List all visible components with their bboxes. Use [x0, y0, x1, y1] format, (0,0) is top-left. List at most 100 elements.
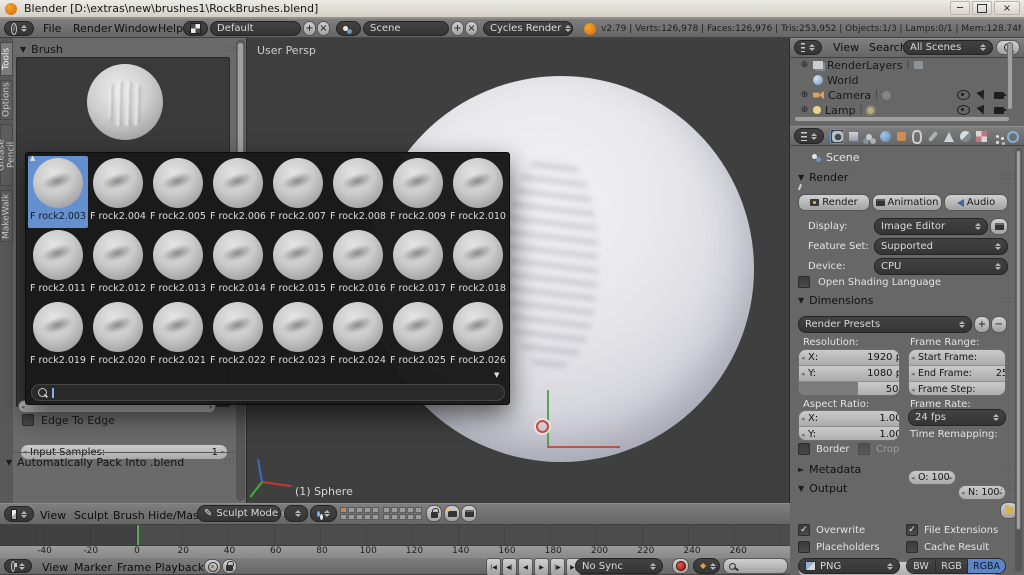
timeline-menu-view[interactable]: View	[42, 561, 68, 574]
properties-editor-selector[interactable]	[794, 128, 824, 144]
visibility-eye-icon[interactable]	[957, 90, 970, 100]
aspect-y-field[interactable]: Y:1.000	[799, 426, 899, 440]
brush-search-field[interactable]	[31, 384, 505, 401]
viewport-editor-selector[interactable]	[4, 506, 34, 522]
display-lock-button[interactable]	[990, 218, 1008, 235]
dimensions-panel-header[interactable]: ▼ Dimensions	[798, 294, 873, 307]
layer-cell[interactable]	[340, 514, 347, 520]
scroll-down-icon[interactable]: ▼	[494, 371, 499, 379]
brush-item[interactable]: F rock2.025	[388, 300, 448, 372]
layer-cell[interactable]	[399, 514, 406, 520]
layer-cell[interactable]	[415, 507, 422, 513]
brush-panel-header[interactable]: ▼ Brush	[20, 43, 63, 56]
outliner-h-scrollbar[interactable]	[794, 116, 1010, 122]
play-reverse-button[interactable]: ◀	[518, 558, 533, 575]
selectability-cursor-icon[interactable]	[976, 89, 988, 101]
color-mode-rgba[interactable]: RGBA	[967, 559, 1005, 573]
tab-object-data[interactable]	[942, 129, 956, 144]
device-dropdown[interactable]: CPU	[874, 258, 1008, 275]
brush-item[interactable]: F rock2.006	[208, 156, 268, 228]
mode-dropdown[interactable]: ✎ Sculpt Mode	[197, 505, 289, 522]
close-button[interactable]: ×	[994, 1, 1020, 15]
brush-item[interactable]: F rock2.013	[148, 228, 208, 300]
render-border-button[interactable]	[444, 505, 460, 522]
menu-help[interactable]: Help	[158, 22, 183, 35]
file-extensions-checkbox[interactable]	[906, 524, 918, 536]
layer-cell[interactable]	[340, 507, 347, 513]
visibility-eye-icon[interactable]	[957, 105, 970, 115]
tab-texture[interactable]	[974, 129, 988, 144]
panel-drag-dots[interactable]: ::::	[1000, 483, 1016, 493]
feature-set-dropdown[interactable]: Supported	[874, 238, 1008, 255]
frame-step-field[interactable]: Frame Step:1	[909, 381, 1005, 395]
layer-cell[interactable]	[348, 507, 355, 513]
play-button[interactable]: ▶	[534, 558, 549, 575]
screen-layout-icon-button[interactable]	[183, 21, 208, 36]
menu-render[interactable]: Render	[73, 22, 112, 35]
render-presets-dropdown[interactable]: Render Presets	[798, 316, 972, 333]
color-mode-rgb[interactable]: RGB	[935, 559, 967, 573]
keyframe-lock-button[interactable]	[222, 559, 237, 574]
expander-icon[interactable]: ⊕	[800, 60, 809, 70]
resolution-x-field[interactable]: X:1920 px	[799, 350, 899, 365]
expander-icon[interactable]: ⊕	[800, 90, 809, 100]
playhead[interactable]	[137, 525, 139, 545]
jump-prev-keyframe-button[interactable]: ◀|	[502, 558, 517, 575]
display-dropdown[interactable]: Image Editor	[874, 218, 988, 235]
outliner-filter-dropdown[interactable]: All Scenes	[903, 40, 993, 55]
maximize-button[interactable]	[972, 1, 992, 15]
cursor-3d-icon[interactable]	[536, 420, 549, 433]
auto-keyframe-button[interactable]	[204, 559, 221, 574]
brush-item[interactable]: F rock2.012	[88, 228, 148, 300]
jump-to-start-button[interactable]: |◀	[486, 558, 501, 575]
render-audio-button[interactable]: Audio	[944, 194, 1008, 211]
lock-button[interactable]	[426, 505, 442, 522]
layer-grid-2[interactable]	[383, 507, 422, 520]
remove-preset-button[interactable]: −	[991, 316, 1007, 333]
timeline-menu-marker[interactable]: Marker	[74, 561, 112, 574]
remove-layout-button[interactable]: ×	[317, 21, 330, 36]
edge-to-edge-checkbox[interactable]	[22, 414, 34, 426]
outliner-item-world[interactable]: World	[800, 73, 1010, 87]
tab-scene[interactable]	[862, 129, 876, 144]
brush-item[interactable]: F rock2.010	[448, 156, 508, 228]
render-button[interactable]: Render	[798, 194, 870, 211]
tab-material[interactable]	[958, 129, 972, 144]
brush-item[interactable]: F rock2.023	[268, 300, 328, 372]
outliner-item-lamp[interactable]: ⊕ Lamp |	[800, 103, 1010, 117]
brush-item[interactable]: F rock2.004	[88, 156, 148, 228]
brush-item[interactable]: F rock2.026	[448, 300, 508, 372]
layer-cell[interactable]	[383, 514, 390, 520]
brush-item[interactable]: F rock2.003	[28, 156, 88, 228]
viewport-menu-sculpt[interactable]: Sculpt	[74, 509, 108, 522]
brush-item[interactable]: F rock2.015	[268, 228, 328, 300]
timeline-menu-playback[interactable]: Playback	[155, 561, 204, 574]
editor-type-selector[interactable]: i	[4, 21, 34, 36]
opengl-render-button[interactable]	[461, 505, 477, 522]
layer-cell[interactable]	[407, 507, 414, 513]
layer-cell[interactable]	[348, 514, 355, 520]
menu-file[interactable]: File	[43, 22, 61, 35]
add-scene-button[interactable]: +	[451, 21, 464, 36]
viewport-shading-dropdown[interactable]	[284, 505, 308, 522]
tab-particles[interactable]	[990, 129, 1004, 144]
sync-mode-dropdown[interactable]: No Sync	[575, 558, 663, 574]
brush-item[interactable]: F rock2.014	[208, 228, 268, 300]
outliner-menu-search[interactable]: Search	[869, 41, 907, 54]
brush-item[interactable]: F rock2.018	[448, 228, 508, 300]
start-frame-field[interactable]: Start Frame:1	[909, 350, 1005, 365]
layer-cell[interactable]	[407, 514, 414, 520]
frame-rate-dropdown[interactable]: 24 fps	[908, 409, 1006, 426]
border-checkbox[interactable]	[798, 443, 810, 455]
end-frame-field[interactable]: End Frame:250	[909, 365, 1005, 381]
tab-modifiers[interactable]	[926, 129, 940, 144]
file-format-dropdown[interactable]: PNG	[798, 558, 900, 574]
layer-cell[interactable]	[372, 507, 379, 513]
record-button[interactable]	[672, 558, 689, 574]
minimize-button[interactable]: ─	[950, 1, 970, 15]
toolshelf-tab-makewalk[interactable]: MakeWalk	[0, 190, 13, 242]
toolshelf-tab-grease-pencil[interactable]: Grease Pencil	[0, 124, 17, 186]
render-engine-dropdown[interactable]: Cycles Render	[483, 21, 573, 36]
outliner-item-camera[interactable]: ⊕ Camera |	[800, 88, 1010, 102]
brush-item[interactable]: F rock2.005	[148, 156, 208, 228]
